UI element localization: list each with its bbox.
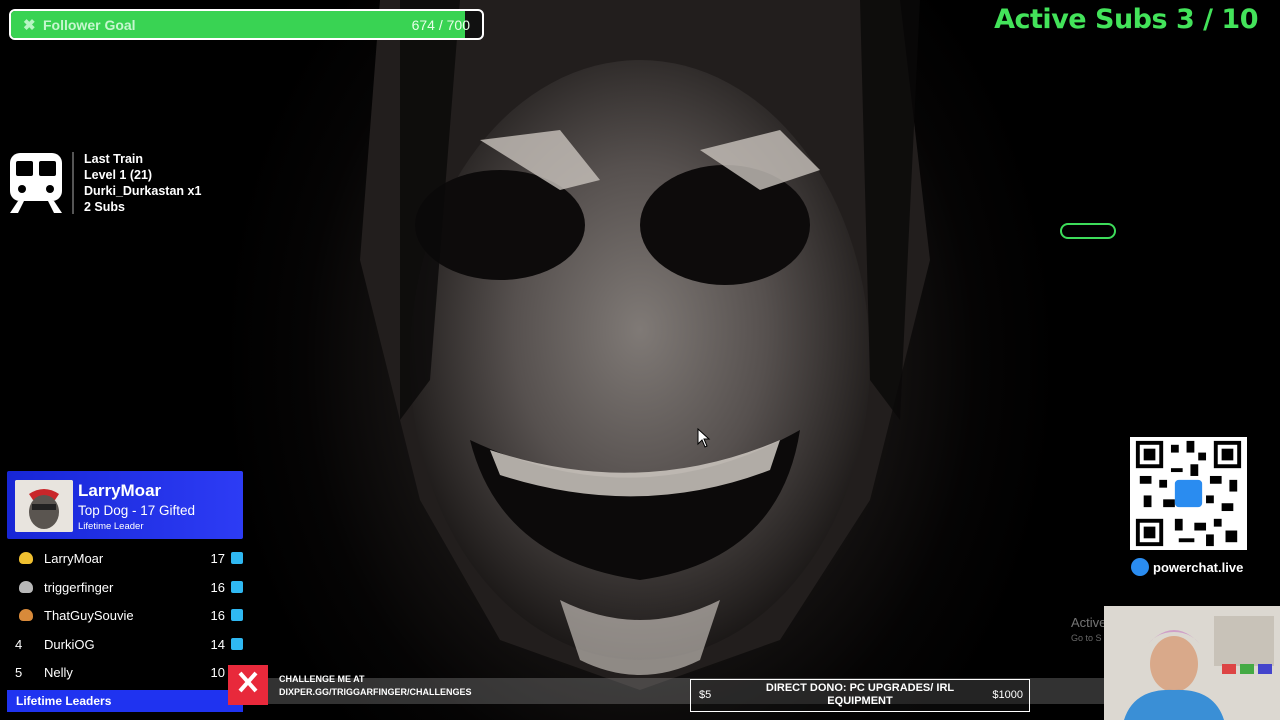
last-train-subs: 2 Subs (84, 200, 125, 214)
donation-goal-bar: $5 DIRECT DONO: PC UPGRADES/ IRL EQUIPME… (690, 679, 1030, 712)
leader-name: LarryMoar (78, 481, 162, 500)
leader-row-count: 17 (210, 551, 225, 566)
leader-subtitle: Top Dog - 17 Gifted (78, 503, 196, 518)
gold-medal-icon (19, 552, 33, 564)
dixper-logo-icon (228, 665, 268, 705)
windows-activate-sub: Go to S (1071, 633, 1102, 643)
list-item: triggerfinger 16 (7, 573, 247, 602)
last-train-user: Durki_Durkastan x1 (84, 184, 202, 198)
leader-row-count: 14 (210, 636, 225, 652)
list-item: LarryMoar 17 (7, 544, 247, 573)
challenge-line-2: DIXPER.GG/TRIGGARFINGER/CHALLENGES (279, 687, 472, 697)
top-leader-card: LarryMoar Top Dog - 17 Gifted Lifetime L… (7, 471, 243, 539)
gift-icon (231, 609, 243, 621)
powerchat-label: powerchat.live (1153, 559, 1244, 575)
follower-goal-bar: ✖ Follower Goal 674 / 700 (9, 9, 484, 40)
leader-row-count: 16 (210, 579, 225, 595)
leader-row-count: 16 (210, 608, 225, 623)
lifetime-leaders-footer: Lifetime Leaders (7, 690, 243, 712)
powerchat-icon (1131, 558, 1149, 576)
last-train-title: Last Train (84, 152, 144, 166)
train-icon (10, 153, 62, 213)
dono-min: $5 (699, 689, 712, 701)
silver-medal-icon (19, 580, 33, 593)
avatar (15, 480, 73, 532)
challenge-line-1: CHALLENGE ME AT (279, 674, 365, 684)
mouse-cursor-icon (697, 428, 711, 448)
leader-row-name: ThatGuySouvie (44, 608, 134, 623)
leader-row-rank: 5 (15, 665, 23, 680)
gift-icon (231, 552, 243, 564)
leader-row-rank: 4 (15, 636, 23, 652)
challenge-text: CHALLENGE ME AT DIXPER.GG/TRIGGARFINGER/… (279, 673, 472, 699)
follower-goal-label: Follower Goal (43, 17, 136, 33)
qr-code-icon (1130, 437, 1247, 550)
leader-row-name: DurkiOG (44, 636, 95, 652)
dono-max: $1000 (992, 689, 1023, 701)
leader-row-name: triggerfinger (44, 579, 114, 595)
list-item: 4 DurkiOG 14 (7, 630, 247, 659)
windows-activate-watermark: Active (1071, 615, 1107, 630)
leader-tag: Lifetime Leader (78, 521, 144, 532)
x-icon: ✖ (23, 17, 36, 34)
active-subs-counter: Active Subs 3 / 10 (994, 4, 1258, 35)
last-train-level: Level 1 (21) (84, 168, 153, 182)
powerchat-link: powerchat.live (1131, 558, 1243, 576)
leader-row-name: Nelly (44, 665, 73, 680)
follower-goal-count: 674 / 700 (411, 17, 470, 33)
list-item: 5 Nelly 10 (7, 658, 247, 687)
leaderboard-list: LarryMoar 17 triggerfinger 16 ThatGuySou… (7, 544, 247, 687)
gift-icon (231, 637, 243, 650)
bronze-medal-icon (19, 609, 33, 621)
green-pill-indicator (1060, 223, 1116, 239)
leader-row-name: LarryMoar (44, 551, 104, 566)
list-item: ThatGuySouvie 16 (7, 601, 247, 630)
leader-row-count: 10 (210, 665, 225, 680)
webcam-feed (1104, 606, 1280, 720)
last-train-info: Last Train Level 1 (21) Durki_Durkastan … (84, 151, 201, 215)
gift-icon (231, 580, 243, 593)
dono-title: DIRECT DONO: PC UPGRADES/ IRL EQUIPMENT (765, 682, 955, 707)
divider (72, 152, 74, 214)
